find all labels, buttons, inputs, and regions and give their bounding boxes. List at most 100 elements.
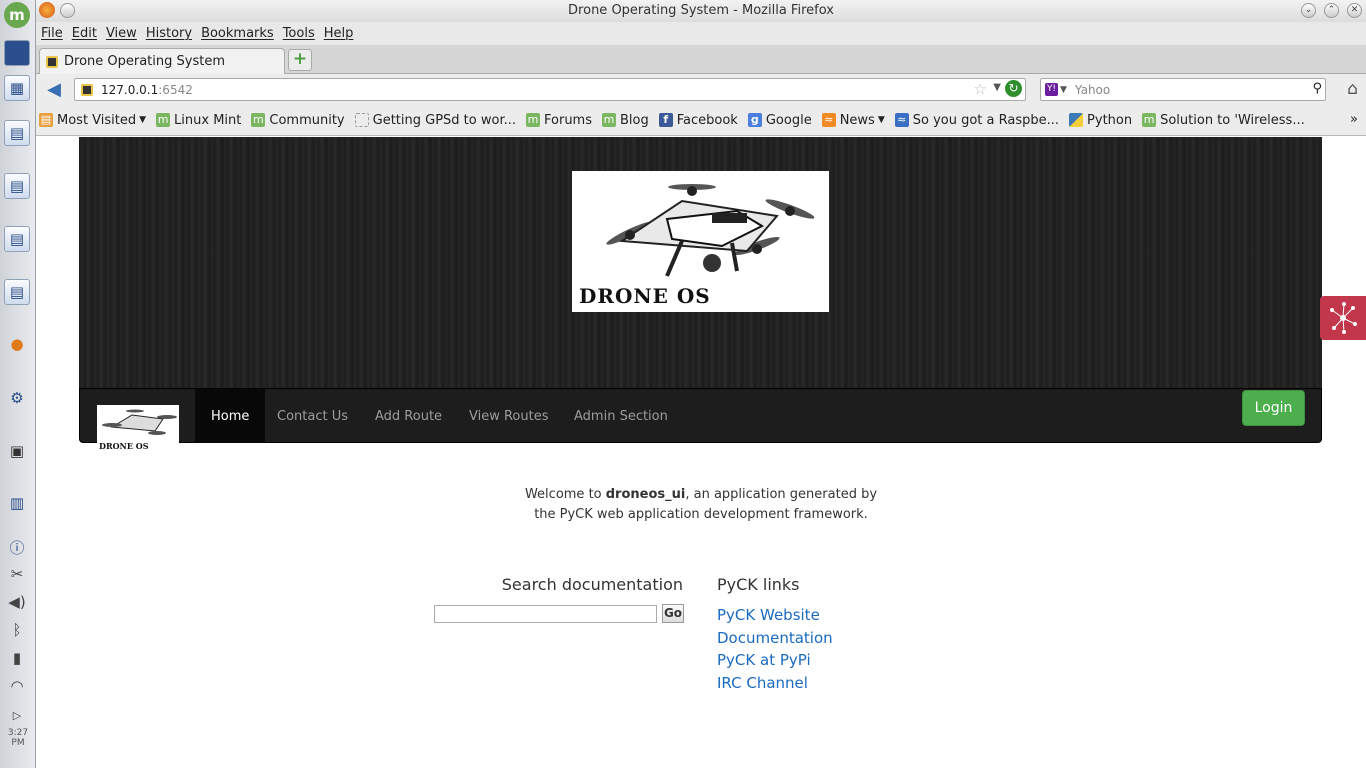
mint-icon: m — [1142, 113, 1157, 127]
url-bar[interactable]: 127.0.0.1:6542 ☆ ▼ ↻ — [74, 78, 1026, 101]
menu-help[interactable]: Help — [324, 26, 354, 41]
menu-view[interactable]: View — [106, 26, 137, 41]
wifi-icon[interactable]: ◠ — [4, 673, 30, 699]
site-navbar: DRONE OS Home Contact Us Add Route View … — [79, 388, 1322, 451]
desktop-icon[interactable] — [4, 40, 30, 66]
window-icon[interactable]: ▤ — [4, 279, 30, 305]
rss-icon: ≈ — [821, 113, 836, 127]
url-host: 127.0.0.1 — [101, 82, 159, 97]
minimize-icon[interactable]: ⌄ — [1301, 3, 1316, 18]
yahoo-icon[interactable]: Y! — [1045, 83, 1058, 96]
bookmark-facebook[interactable]: f Facebook — [658, 113, 738, 128]
bookmark-news[interactable]: ≈ News ▼ — [821, 113, 885, 128]
links-heading: PyCK links — [717, 575, 800, 594]
bookmark-gpsd[interactable]: Getting GPSd to wor... — [354, 113, 516, 128]
chevron-down-icon: ▼ — [877, 115, 885, 125]
window-title: Drone Operating System - Mozilla Firefox — [568, 3, 834, 18]
menu-history[interactable]: History — [146, 26, 192, 41]
network-app-icon[interactable]: ⚙ — [4, 385, 30, 411]
nav-admin-section[interactable]: Admin Section — [558, 389, 684, 443]
nav-contact-us[interactable]: Contact Us — [261, 389, 364, 443]
bookmarks-overflow-icon[interactable]: » — [1350, 112, 1358, 127]
mint-icon: m — [251, 113, 266, 127]
bluetooth-icon[interactable]: ᛒ — [4, 617, 30, 643]
go-button[interactable]: Go — [662, 604, 684, 623]
expand-icon[interactable]: ▷ — [4, 702, 30, 728]
app-name: droneos_ui — [605, 487, 686, 502]
search-heading: Search documentation — [501, 575, 683, 594]
firefox-logo-icon — [39, 2, 55, 18]
bookmark-forums[interactable]: m Forums — [526, 113, 592, 128]
site-favicon-icon — [46, 55, 58, 68]
nav-add-route[interactable]: Add Route — [359, 389, 458, 443]
doc-search-input[interactable] — [434, 605, 657, 623]
hero-logo-text: DRONE OS — [579, 284, 711, 308]
folder-icon: ▤ — [39, 113, 53, 127]
info-icon[interactable]: ⓘ — [4, 534, 30, 560]
nav-view-routes[interactable]: View Routes — [453, 389, 565, 443]
network-icon — [1330, 302, 1357, 334]
welcome-text: Welcome to droneos_ui, an application ge… — [524, 487, 878, 522]
bookmark-google[interactable]: g Google — [747, 113, 812, 128]
scissors-icon[interactable]: ✂ — [4, 561, 30, 587]
navbar-logo[interactable]: DRONE OS — [97, 405, 179, 451]
blank-icon — [354, 113, 369, 127]
window-icon[interactable]: ▤ — [4, 226, 30, 252]
mint-icon: m — [526, 113, 540, 127]
bookmark-wireless[interactable]: m Solution to 'Wireless... — [1142, 113, 1305, 128]
link-pyck-website[interactable]: PyCK Website — [717, 606, 820, 624]
page-content: DRONE OS DRONE OS Home Contact Us Add Ro… — [36, 137, 1366, 768]
link-pyck-pypi[interactable]: PyCK at PyPi — [717, 651, 811, 669]
python-icon — [1069, 113, 1084, 127]
menu-file[interactable]: File — [41, 26, 63, 41]
menu-tools[interactable]: Tools — [283, 26, 315, 41]
clock[interactable]: 3:27 PM — [0, 728, 36, 748]
rss-icon: ≈ — [894, 113, 909, 127]
window-menu-icon[interactable] — [60, 3, 75, 18]
binoculars-icon[interactable]: ⚲ — [1312, 81, 1322, 96]
bookmark-linux-mint[interactable]: m Linux Mint — [156, 113, 241, 128]
window-icon[interactable]: ▤ — [4, 120, 30, 146]
firefox-icon[interactable]: ● — [4, 331, 30, 357]
bookmark-star-icon[interactable]: ☆ — [974, 80, 987, 98]
login-button[interactable]: Login — [1242, 390, 1305, 426]
new-tab-button[interactable]: + — [288, 49, 312, 71]
window-icon[interactable]: ▥ — [4, 490, 30, 516]
mint-icon: m — [602, 113, 616, 127]
link-documentation[interactable]: Documentation — [717, 629, 833, 647]
back-arrow-icon[interactable]: ◀ — [42, 79, 66, 101]
window-icon[interactable]: ▤ — [4, 173, 30, 199]
navbar-logo-text: DRONE OS — [99, 441, 149, 451]
battery-icon[interactable]: ▮ — [4, 645, 30, 671]
site-identity-icon[interactable] — [81, 83, 93, 96]
bookmark-raspberry[interactable]: ≈ So you got a Raspbe... — [894, 113, 1059, 128]
search-bar[interactable]: Y! ▼ Yahoo ⚲ — [1040, 78, 1326, 101]
bookmark-python[interactable]: Python — [1069, 113, 1132, 128]
menu-edit[interactable]: Edit — [72, 26, 97, 41]
bookmark-most-visited[interactable]: ▤ Most Visited ▼ — [39, 113, 146, 128]
menu-bookmarks[interactable]: Bookmarks — [201, 26, 274, 41]
terminal-icon[interactable]: ▣ — [4, 438, 30, 464]
hero-banner: DRONE OS — [79, 137, 1322, 388]
google-icon: g — [747, 113, 762, 127]
bookmarks-bar: ▤ Most Visited ▼ m Linux Mint m Community Ge… — [36, 105, 1366, 136]
tab-active[interactable]: Drone Operating System — [39, 48, 285, 74]
search-input[interactable]: Yahoo — [1075, 83, 1110, 97]
tab-bar: Drone Operating System + — [36, 45, 1366, 74]
link-irc-channel[interactable]: IRC Channel — [717, 674, 808, 692]
engine-dropdown-icon[interactable]: ▼ — [1060, 85, 1067, 95]
maximize-icon[interactable]: ⌃ — [1324, 3, 1339, 18]
close-icon[interactable]: ✕ — [1347, 3, 1362, 18]
history-dropdown-icon[interactable]: ▼ — [993, 82, 1001, 93]
window-icon[interactable]: ▦ — [4, 75, 30, 101]
nav-home[interactable]: Home — [195, 389, 266, 443]
mint-icon: m — [156, 113, 171, 127]
home-icon[interactable]: ⌂ — [1347, 79, 1358, 99]
mint-menu-icon[interactable]: m — [4, 2, 30, 28]
window-titlebar: Drone Operating System - Mozilla Firefox… — [36, 0, 1366, 22]
bookmark-blog[interactable]: m Blog — [602, 113, 649, 128]
volume-icon[interactable]: ◀) — [4, 589, 30, 615]
share-widget[interactable] — [1320, 296, 1366, 340]
bookmark-community[interactable]: m Community — [251, 113, 345, 128]
reload-icon[interactable]: ↻ — [1005, 80, 1022, 97]
